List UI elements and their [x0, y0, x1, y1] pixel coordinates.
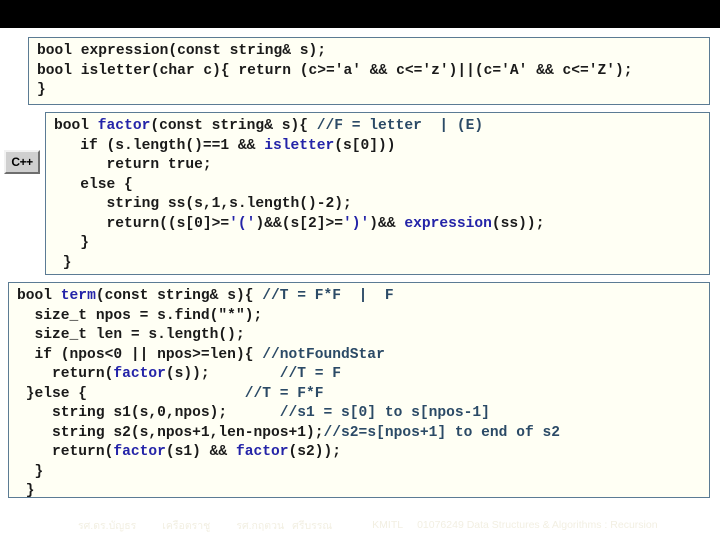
footer-author-4: ศรีบรรณ [292, 519, 333, 532]
code-box-term-function: bool term(const string& s){ //T = F*F | … [8, 282, 710, 499]
code-box-expression-declarations: bool expression(const string& s); bool i… [28, 37, 710, 105]
cpp-badge-label: C++ [11, 155, 33, 169]
code-block-factor-function: bool factor(const string& s){ //F = lett… [54, 118, 545, 271]
code-block-term-function: bool term(const string& s){ //T = F*F | … [17, 288, 560, 499]
cpp-language-badge[interactable]: C++ [4, 150, 40, 174]
top-black-band [0, 0, 720, 28]
footer-organization: KMITL [372, 519, 404, 531]
slide-footer: รศ.ดร.บัญธร เครือตราชู รศ.กฤตวน ศรีบรรณ … [0, 515, 720, 535]
code-block-expression-declarations: bool expression(const string& s); bool i… [37, 43, 633, 98]
slide-canvas: bool expression(const string& s); bool i… [0, 0, 720, 540]
footer-course-title: 01076249 Data Structures & Algorithms : … [417, 519, 658, 531]
footer-author-2: เครือตราชู [162, 519, 211, 532]
code-box-factor-function: bool factor(const string& s){ //F = lett… [45, 112, 710, 275]
footer-author-1: รศ.ดร.บัญธร [78, 519, 137, 532]
footer-author-3: รศ.กฤตวน [236, 519, 285, 532]
